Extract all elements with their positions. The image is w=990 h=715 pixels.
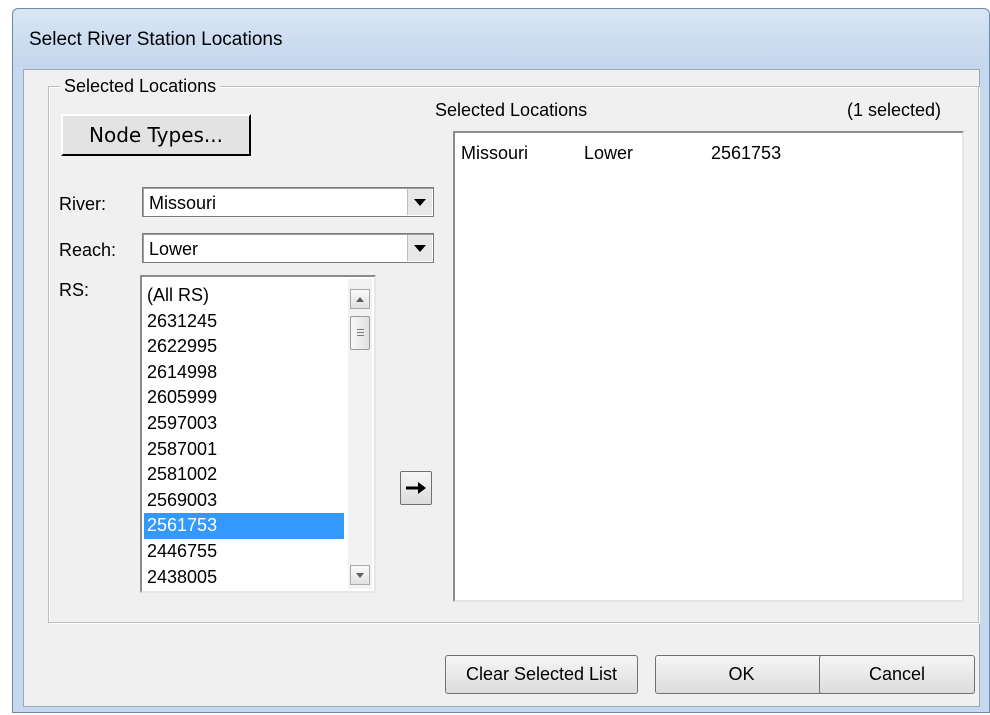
selected-row-reach: Lower xyxy=(584,143,634,163)
rs-listbox[interactable]: (All RS) 2631245 2622995 2614998 2605999 2597… xyxy=(140,275,376,593)
reach-label: Reach: xyxy=(59,240,117,260)
rs-list-item[interactable]: 2446755 xyxy=(144,539,344,565)
rs-list-item[interactable]: 2569003 xyxy=(144,488,344,514)
ok-button[interactable]: OK xyxy=(655,655,828,694)
reach-dropdown[interactable]: Lower xyxy=(142,233,434,263)
node-types-button[interactable]: Node Types... xyxy=(61,114,251,156)
selected-locations-header: Selected Locations xyxy=(435,100,588,120)
chevron-down-icon[interactable] xyxy=(407,235,432,261)
scrollbar-thumb[interactable] xyxy=(350,316,370,350)
river-label: River: xyxy=(59,194,107,214)
add-to-selected-button[interactable] xyxy=(400,471,432,505)
scroll-up-icon[interactable] xyxy=(350,289,370,309)
chevron-down-icon[interactable] xyxy=(407,189,432,215)
river-dropdown[interactable]: Missouri xyxy=(142,187,434,217)
selected-row-river: Missouri xyxy=(461,143,529,163)
rs-list-item[interactable]: 2581002 xyxy=(144,462,344,488)
window-title: Select River Station Locations xyxy=(29,29,283,50)
reach-value: Lower xyxy=(149,239,199,259)
dialog-window: Select River Station Locations Selected … xyxy=(12,8,990,713)
cancel-button[interactable]: Cancel xyxy=(819,655,975,694)
rs-list-item[interactable]: 2561753 xyxy=(144,513,344,539)
river-value: Missouri xyxy=(149,193,217,213)
rs-list-item[interactable]: 2587001 xyxy=(144,437,344,463)
selected-locations-list[interactable]: Missouri Lower 2561753 xyxy=(453,131,964,602)
rs-list-items: (All RS) 2631245 2622995 2614998 2605999 2597… xyxy=(144,283,344,590)
rs-list-item[interactable]: 2614998 xyxy=(144,360,344,386)
title-bar[interactable]: Select River Station Locations xyxy=(13,9,989,67)
right-arrow-icon xyxy=(406,482,426,494)
clear-selected-list-button[interactable]: Clear Selected List xyxy=(445,655,638,694)
rs-list-item[interactable]: 2631245 xyxy=(144,309,344,335)
scroll-down-icon[interactable] xyxy=(350,565,370,585)
rs-list-item[interactable]: 2622995 xyxy=(144,334,344,360)
selected-row-rs: 2561753 xyxy=(711,143,782,163)
rs-list-item[interactable]: 2605999 xyxy=(144,385,344,411)
group-legend: Selected Locations xyxy=(60,76,221,97)
rs-list-item[interactable]: 2597003 xyxy=(144,411,344,437)
rs-label: RS: xyxy=(59,280,90,300)
rs-list-item[interactable]: (All RS) xyxy=(144,283,344,309)
dialog-client-area: Selected Locations Node Types... River: … xyxy=(23,69,980,707)
rs-scrollbar[interactable] xyxy=(348,279,372,589)
rs-list-item[interactable]: 2438005 xyxy=(144,565,344,591)
selected-count: (1 selected) xyxy=(847,100,942,120)
